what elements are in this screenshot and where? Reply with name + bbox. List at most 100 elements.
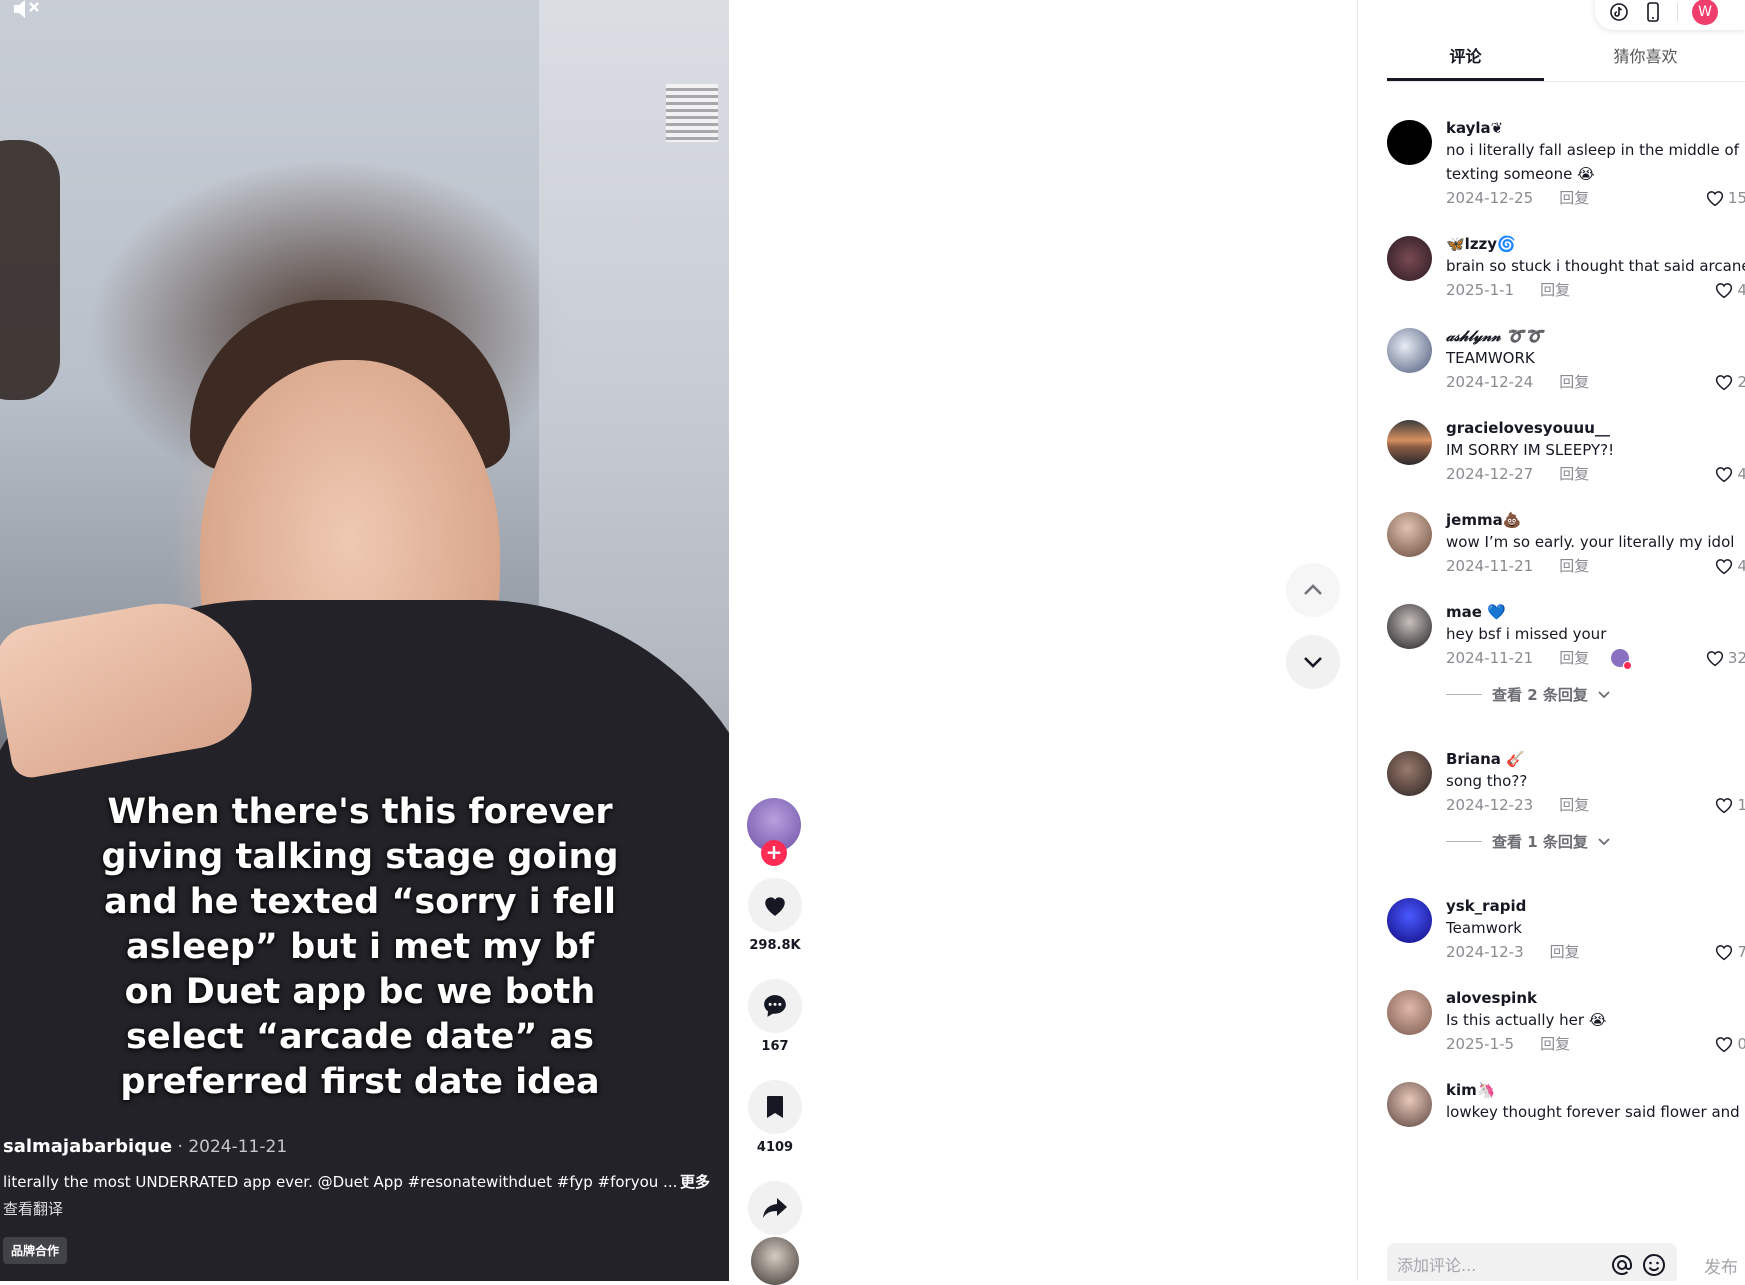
comment-username[interactable]: 𝒶𝓈𝒽𝓁𝓎𝓃𝓃 ➰➰ xyxy=(1446,326,1745,346)
creator-liked-avatar xyxy=(1611,649,1633,670)
save-action: 4109 xyxy=(745,1080,805,1155)
comment-avatar[interactable] xyxy=(1387,604,1432,649)
comment-button[interactable] xyxy=(748,979,802,1033)
comment-item: jemma💩 wow I’m so early. your literally … xyxy=(1387,510,1745,576)
reply-button[interactable]: 回复 xyxy=(1559,372,1589,392)
comment-like-count: 32 xyxy=(1727,649,1745,667)
comment-item: mae 💙 hey bsf i missed your 2024-11-21 回复… xyxy=(1387,602,1745,670)
comment-avatar[interactable] xyxy=(1387,420,1432,465)
comment-like[interactable]: 1 xyxy=(1714,795,1745,815)
comment-like[interactable]: 15 xyxy=(1705,188,1745,208)
date-separator: · xyxy=(172,1137,189,1157)
comment-username[interactable]: alovespink xyxy=(1446,988,1745,1008)
comment-item: ysk_rapid Teamwork 2024-12-3 回复 7 xyxy=(1387,896,1745,962)
save-button[interactable] xyxy=(748,1080,802,1134)
comment-action: 167 xyxy=(745,979,805,1054)
emoji-smile-icon[interactable] xyxy=(1641,1252,1667,1278)
previous-video-button[interactable] xyxy=(1286,563,1340,617)
comment-avatar[interactable] xyxy=(1387,990,1432,1035)
replies-divider-line xyxy=(1446,841,1482,842)
like-action: 298.8K xyxy=(745,878,805,953)
video-ceiling-fan xyxy=(0,140,60,400)
comment-date: 2024-12-24 xyxy=(1446,373,1534,391)
comment-date: 2024-11-21 xyxy=(1446,557,1534,575)
comment-avatar[interactable] xyxy=(1387,236,1432,281)
comment-avatar[interactable] xyxy=(1387,751,1432,796)
comment-date: 2024-12-3 xyxy=(1446,943,1524,961)
mobile-device-icon[interactable] xyxy=(1643,2,1663,22)
muted-speaker-icon[interactable] xyxy=(12,0,42,18)
video-player[interactable]: When there's this forever giving talking… xyxy=(0,0,729,1281)
heart-outline-icon xyxy=(1706,651,1724,667)
bookmark-icon xyxy=(767,1096,783,1118)
chevron-down-icon xyxy=(1304,657,1322,668)
reply-button[interactable]: 回复 xyxy=(1559,795,1589,815)
follow-button[interactable]: + xyxy=(761,840,787,866)
mention-at-icon[interactable] xyxy=(1609,1252,1635,1278)
view-replies-label: 查看 2 条回复 xyxy=(1492,686,1588,704)
view-replies-button[interactable]: 查看 1 条回复 xyxy=(1446,831,1745,852)
reply-button[interactable]: 回复 xyxy=(1559,188,1589,208)
like-button[interactable] xyxy=(748,878,802,932)
share-button[interactable] xyxy=(748,1181,802,1235)
comment-username[interactable]: 🦋lzzy🌀 xyxy=(1446,234,1745,254)
tab-comments[interactable]: 评论 xyxy=(1387,44,1545,81)
like-count: 298.8K xyxy=(749,938,801,953)
translate-link[interactable]: 查看翻译 xyxy=(3,1198,718,1219)
chevron-down-icon xyxy=(1598,837,1610,845)
comment-username[interactable]: ysk_rapid xyxy=(1446,896,1745,916)
comment-username[interactable]: mae 💙 xyxy=(1446,602,1745,622)
next-video-button[interactable] xyxy=(1286,635,1340,689)
comment-like[interactable]: 4 xyxy=(1714,556,1745,576)
reply-button[interactable]: 回复 xyxy=(1559,464,1589,484)
comment-text: no i literally fall asleep in the middle… xyxy=(1446,141,1739,183)
top-right-toolbar: W xyxy=(1595,0,1745,30)
comment-avatar[interactable] xyxy=(1387,1082,1432,1127)
comment-like[interactable]: 7 xyxy=(1714,942,1745,962)
view-replies-button[interactable]: 查看 2 条回复 xyxy=(1446,684,1745,705)
comment-like[interactable]: 2 xyxy=(1714,372,1745,392)
video-caption: literally the most UNDERRATED app ever. … xyxy=(3,1173,678,1191)
heart-outline-icon xyxy=(1716,375,1733,391)
comment-like[interactable]: 32 xyxy=(1705,648,1745,668)
comment-like-count: 4 xyxy=(1737,280,1745,300)
toolbar-divider xyxy=(1677,3,1678,21)
reply-button[interactable]: 回复 xyxy=(1540,1034,1570,1054)
comment-username[interactable]: gracielovesyouuu__ xyxy=(1446,418,1745,438)
comment-avatar[interactable] xyxy=(1387,898,1432,943)
heart-icon xyxy=(765,897,785,916)
music-disc[interactable] xyxy=(751,1237,799,1285)
comment-like[interactable]: 4 xyxy=(1714,464,1745,484)
chevron-up-icon xyxy=(1304,584,1322,595)
comment-like[interactable]: 0 xyxy=(1714,1034,1745,1054)
video-overlay-text: When there's this forever giving talking… xyxy=(101,792,619,1102)
comment-avatar[interactable] xyxy=(1387,120,1432,165)
comment-avatar[interactable] xyxy=(1387,328,1432,373)
comment-username[interactable]: kim🦄 xyxy=(1446,1080,1745,1100)
reply-button[interactable]: 回复 xyxy=(1559,556,1589,576)
comment-username[interactable]: kayla❦ xyxy=(1446,118,1745,138)
post-comment-button[interactable]: 发布 xyxy=(1704,1253,1738,1278)
heart-outline-icon xyxy=(1706,191,1724,207)
comment-input[interactable] xyxy=(1397,1255,1603,1275)
author-name[interactable]: salmajabarbique xyxy=(3,1136,172,1157)
heart-outline-icon xyxy=(1716,559,1733,575)
creator-avatar[interactable]: + xyxy=(747,798,801,866)
reply-button[interactable]: 回复 xyxy=(1559,648,1589,668)
save-count: 4109 xyxy=(756,1140,794,1155)
reply-button[interactable]: 回复 xyxy=(1540,280,1570,300)
comment-username[interactable]: Briana 🎸 xyxy=(1446,749,1745,769)
comment-username[interactable]: jemma💩 xyxy=(1446,510,1745,530)
comment-item: Briana 🎸 song tho?? 2024-12-23 回复 1 xyxy=(1387,749,1745,815)
more-button[interactable]: 更多 xyxy=(680,1172,710,1192)
heart-outline-icon xyxy=(1716,798,1733,814)
brand-partnership-badge: 品牌合作 xyxy=(3,1237,68,1264)
heart-outline-icon xyxy=(1716,283,1733,299)
user-avatar[interactable]: W xyxy=(1692,0,1718,25)
comment-avatar[interactable] xyxy=(1387,512,1432,557)
tab-you-may-like[interactable]: 猜你喜欢 xyxy=(1544,44,1745,81)
reply-button[interactable]: 回复 xyxy=(1550,942,1580,962)
tiktok-logo-icon[interactable] xyxy=(1609,2,1629,22)
heart-outline-icon xyxy=(1716,945,1733,961)
comment-like[interactable]: 4 xyxy=(1714,280,1745,300)
